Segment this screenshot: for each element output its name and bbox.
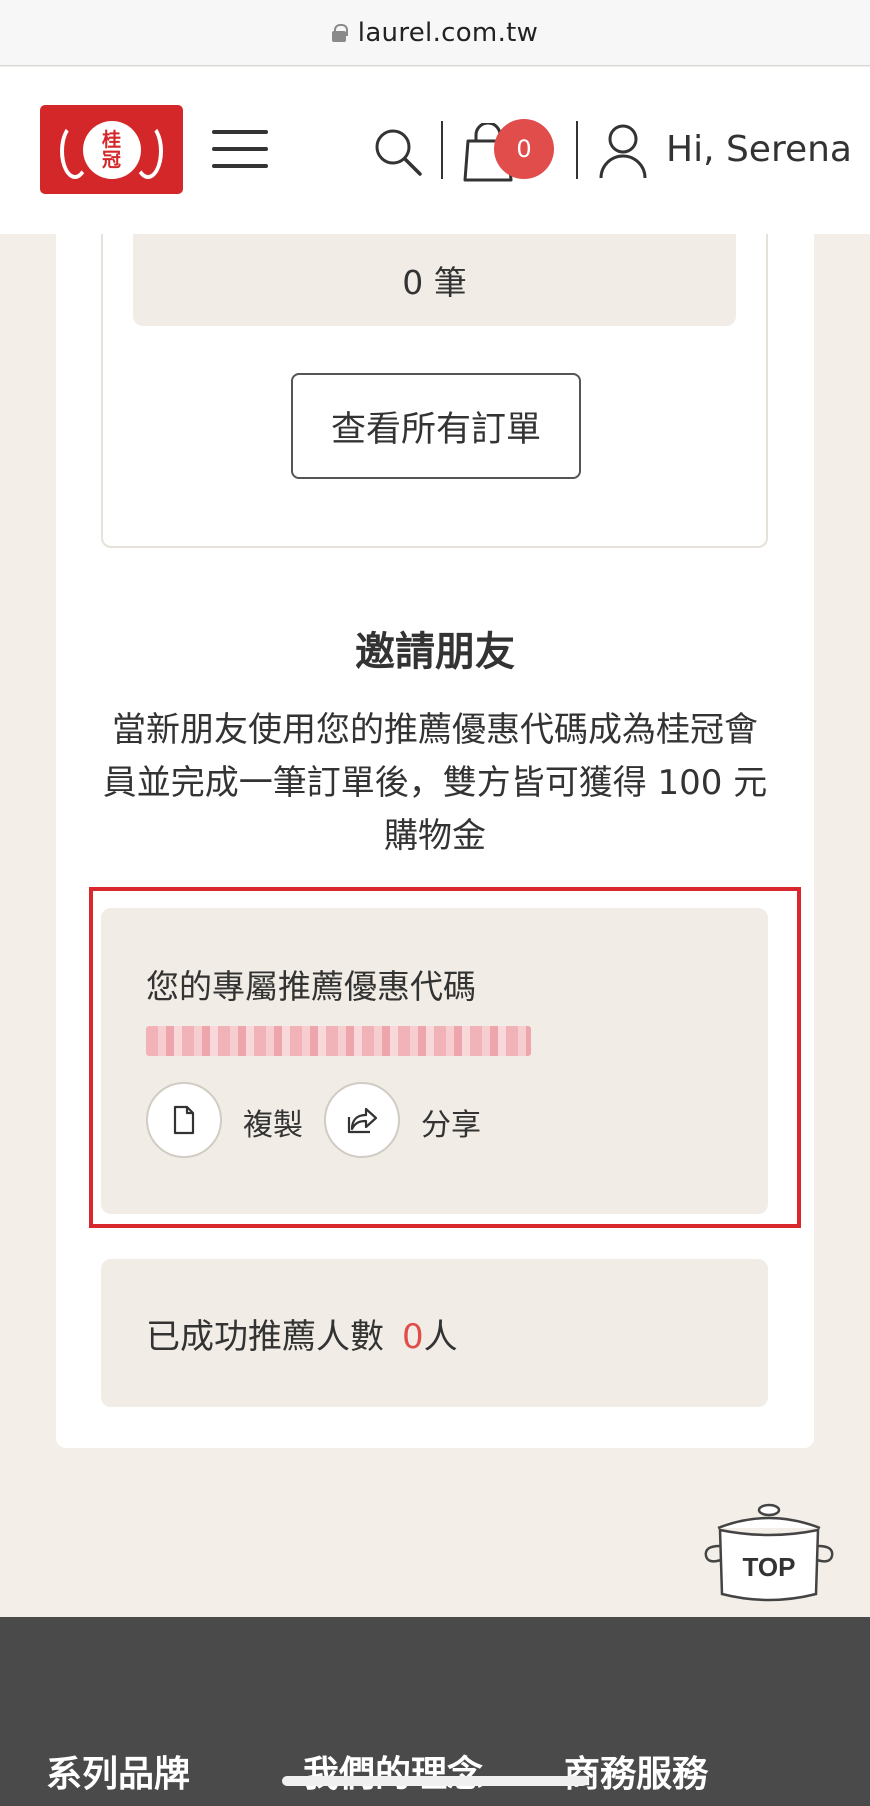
share-icon: [347, 1107, 378, 1134]
browser-url-bar[interactable]: laurel.com.tw: [0, 0, 870, 66]
footer-link-business[interactable]: 商務服務: [564, 1745, 708, 1797]
cart-count-badge[interactable]: 0: [494, 119, 554, 179]
invite-description: 當新朋友使用您的推薦優惠代碼成為桂冠會員並完成一筆訂單後，雙方皆可獲得 100 …: [102, 710, 768, 856]
invite-title: 邀請朋友: [355, 629, 515, 675]
referral-count-label: 已成功推薦人數: [146, 1317, 384, 1357]
site-header: 桂 冠 0 Hi, Serena: [0, 67, 870, 234]
lock-icon: [331, 23, 348, 42]
referral-stats-text: 已成功推薦人數 0人: [146, 1309, 458, 1358]
wreath-left-icon: [60, 123, 90, 179]
member-card: 0 筆 查看所有訂單 邀請朋友 當新朋友使用您的推薦優惠代碼成為桂冠會員並完成一…: [56, 234, 814, 1448]
back-to-top-button[interactable]: TOP: [700, 1502, 838, 1608]
user-greeting[interactable]: Hi, Serena: [666, 127, 852, 173]
menu-icon[interactable]: [212, 127, 268, 171]
url-text: laurel.com.tw: [357, 17, 539, 48]
search-icon[interactable]: [373, 127, 423, 177]
referral-code-box: 您的專屬推薦優惠代碼 複製 分享: [101, 908, 768, 1214]
header-separator: [441, 121, 443, 179]
copy-label[interactable]: 複製: [243, 1100, 303, 1144]
brand-logo[interactable]: 桂 冠: [40, 105, 183, 194]
logo-seal: 桂 冠: [82, 120, 141, 179]
orders-count: 0 筆: [133, 234, 736, 326]
view-all-orders-button[interactable]: 查看所有訂單: [291, 373, 581, 479]
copy-button[interactable]: [146, 1082, 222, 1158]
share-button[interactable]: [324, 1082, 400, 1158]
home-indicator[interactable]: [282, 1776, 588, 1786]
share-label[interactable]: 分享: [421, 1100, 481, 1144]
header-separator: [576, 121, 578, 179]
top-label: TOP: [743, 1552, 796, 1582]
logo-char-1: 桂: [101, 128, 121, 151]
referral-code-label: 您的專屬推薦優惠代碼: [146, 967, 476, 1006]
referral-stats-box: 已成功推薦人數 0人: [101, 1259, 768, 1407]
referral-count: 0: [402, 1317, 424, 1357]
wreath-right-icon: [133, 123, 163, 179]
footer-link-brands[interactable]: 系列品牌: [46, 1745, 190, 1797]
document-icon: [173, 1105, 195, 1135]
logo-char-2: 冠: [101, 148, 121, 171]
referral-code-value-blurred: [146, 1026, 531, 1056]
referral-unit: 人: [423, 1317, 458, 1357]
footer-link-philosophy[interactable]: 我們的理念: [303, 1745, 483, 1797]
user-icon[interactable]: [598, 123, 648, 179]
orders-section: 0 筆 查看所有訂單: [101, 234, 768, 548]
